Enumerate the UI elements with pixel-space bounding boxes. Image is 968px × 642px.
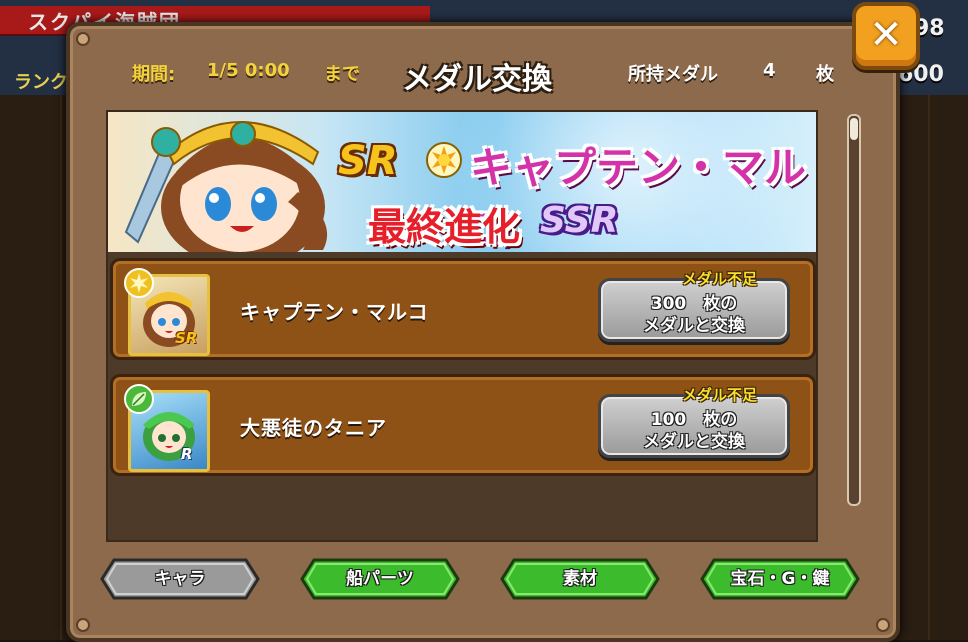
banner-rarity-ssr: SSR xyxy=(540,200,619,241)
exchange-action-label: メダルと交換 xyxy=(643,432,745,452)
corner-rivet xyxy=(76,618,90,632)
tab-chara[interactable]: キャラ xyxy=(100,558,260,600)
item-character-name: キャプテン・マルコ xyxy=(240,300,429,324)
close-icon: ✕ xyxy=(869,12,903,58)
item-character-name: 大悪徒のタニア xyxy=(240,416,387,440)
tab-gems-gold-keys[interactable]: 宝石・G・鍵 xyxy=(700,558,860,600)
close-button[interactable]: ✕ xyxy=(852,2,920,70)
list-item[interactable]: R 大悪徒のタニア 100 枚の メダルと交換 メダル不足 xyxy=(110,374,816,476)
scrollbar-thumb[interactable] xyxy=(850,118,858,140)
banner-evolution-text: 最終進化 xyxy=(368,205,521,249)
tab-ship-parts[interactable]: 船パーツ xyxy=(300,558,460,600)
dialog-title: メダル交換 xyxy=(402,62,552,97)
dialog-header: 期間: 1/5 0:00 まで メダル交換 所持メダル 4 枚 xyxy=(70,26,896,106)
tab-label: 宝石・G・鍵 xyxy=(730,569,830,589)
banner-character-art xyxy=(124,121,328,252)
list-scrollbar[interactable] xyxy=(847,114,861,506)
corner-rivet xyxy=(876,618,890,632)
owned-medals-unit: 枚 xyxy=(816,64,834,85)
rarity-badge: SR xyxy=(175,329,198,347)
leaf-element-icon xyxy=(124,384,154,414)
tab-materials[interactable]: 素材 xyxy=(500,558,660,600)
period-value: 1/5 0:00 xyxy=(207,60,290,81)
medal-shortage-label: メダル不足 xyxy=(682,270,758,288)
exchange-list[interactable]: SR キャプテン・マルコ 最終進化 SSR SR キャプテン・マルコ 300 枚… xyxy=(106,110,818,542)
background-rank-label: ランク xyxy=(14,72,68,93)
banner-character-name: キャプテン・マルコ xyxy=(470,143,807,252)
exchange-action-label: メダルと交換 xyxy=(643,316,745,336)
banner-rarity-sr: SR xyxy=(338,138,398,184)
tab-label: キャラ xyxy=(154,569,206,589)
sun-element-icon xyxy=(426,142,462,178)
sun-element-icon xyxy=(124,268,154,298)
event-banner[interactable]: SR キャプテン・マルコ 最終進化 SSR xyxy=(108,112,816,252)
period-label: 期間: xyxy=(132,64,176,85)
tab-label: 素材 xyxy=(563,569,597,589)
period-until: まで xyxy=(324,64,360,85)
medal-exchange-dialog: 期間: 1/5 0:00 まで メダル交換 所持メダル 4 枚 SR キャプテン… xyxy=(66,22,900,642)
rarity-badge: R xyxy=(181,445,193,463)
medal-shortage-label: メダル不足 xyxy=(682,386,758,404)
owned-medals-label: 所持メダル xyxy=(628,64,718,85)
tab-label: 船パーツ xyxy=(346,569,414,589)
owned-medals-count: 4 xyxy=(763,60,776,81)
list-item[interactable]: SR キャプテン・マルコ 300 枚の メダルと交換 メダル不足 xyxy=(110,258,816,360)
